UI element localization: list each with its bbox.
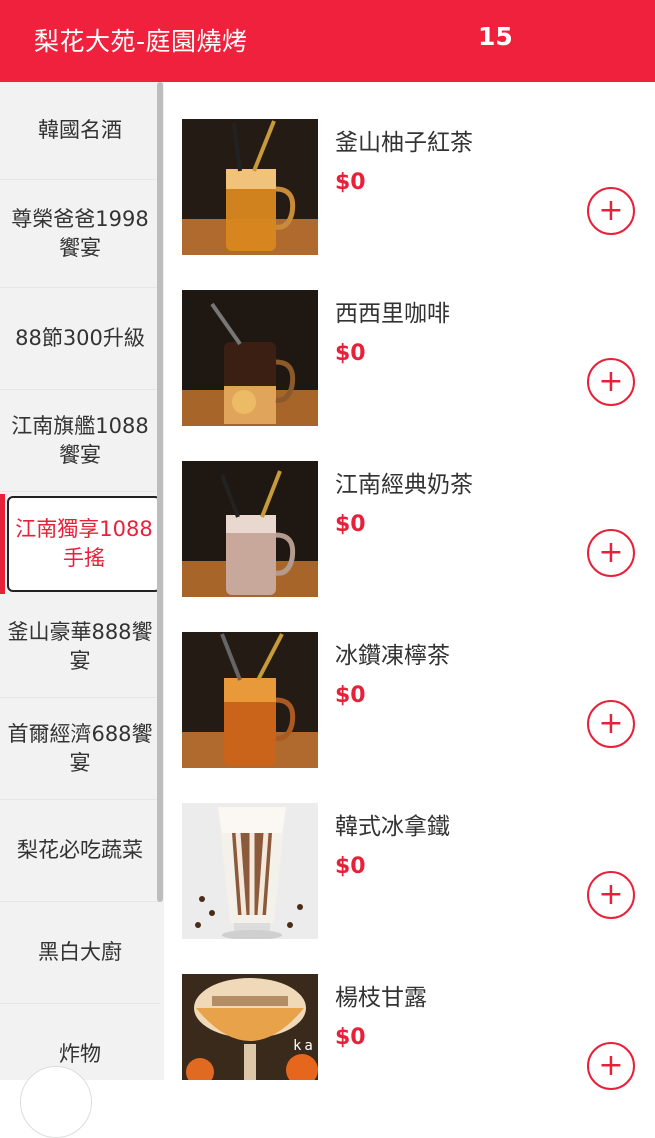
product-name: 江南經典奶茶 [335,472,473,498]
product-image-mango-pomelo [182,974,318,1080]
cart-count[interactable]: 15 [478,22,513,51]
product-item[interactable]: 江南經典奶茶 $0 + [164,424,655,597]
plus-icon: + [598,706,624,741]
add-to-cart-button[interactable]: + [587,700,635,748]
product-item[interactable]: 楊枝甘露 $0 + [164,937,655,1108]
product-name: 西西里咖啡 [335,301,450,327]
product-price: $0 [335,1025,366,1050]
add-to-cart-button[interactable]: + [587,187,635,235]
product-name: 釜山柚子紅茶 [335,130,473,156]
product-item[interactable]: 釜山柚子紅茶 $0 + [164,82,655,255]
product-price: $0 [335,854,366,879]
category-item-vegetables[interactable]: 梨花必吃蔬菜 [0,800,160,902]
plus-icon: + [598,193,624,228]
category-item-1998-feast[interactable]: 尊榮爸爸1998饗宴 [0,180,160,288]
product-image-citron-tea [182,119,318,255]
product-price: $0 [335,170,366,195]
add-to-cart-button[interactable]: + [587,871,635,919]
watermark: ka [293,1038,316,1054]
category-item-fried[interactable]: 炸物 [0,1004,160,1080]
product-item[interactable]: 西西里咖啡 $0 + [164,253,655,426]
product-name: 韓式冰拿鐵 [335,814,450,840]
add-to-cart-button[interactable]: + [587,1042,635,1090]
add-to-cart-button[interactable]: + [587,529,635,577]
category-item-seoul-economy[interactable]: 首爾經濟688饗宴 [0,698,160,800]
active-category-indicator [0,494,5,594]
product-image-sicilian-coffee [182,290,318,426]
category-sidebar: 韓國名酒 尊榮爸爸1998饗宴 88節300升級 江南旗艦1088饗宴 江南獨享… [0,82,164,1080]
product-price: $0 [335,512,366,537]
restaurant-title: 梨花大苑-庭園燒烤 [34,27,248,56]
product-price: $0 [335,341,366,366]
category-item-gangnam-handshake-active[interactable]: 江南獨享1088手搖 [7,496,161,592]
product-item[interactable]: 韓式冰拿鐵 $0 + [164,766,655,939]
category-item-88-upgrade[interactable]: 88節300升級 [0,288,160,390]
product-name: 楊枝甘露 [335,985,427,1011]
plus-icon: + [598,1048,624,1083]
category-item-gangnam-flagship[interactable]: 江南旗艦1088饗宴 [0,390,160,492]
product-item[interactable]: 冰鑽凍檸茶 $0 + [164,595,655,768]
category-item-korean-liquor[interactable]: 韓國名酒 [0,82,160,180]
plus-icon: + [598,877,624,912]
add-to-cart-button[interactable]: + [587,358,635,406]
app-header: 梨花大苑-庭園燒烤 15 [0,0,655,82]
product-image-iced-latte [182,803,318,939]
plus-icon: + [598,364,624,399]
product-name: 冰鑽凍檸茶 [335,643,450,669]
floating-button[interactable] [20,1066,92,1138]
category-item-black-white-chef[interactable]: 黑白大廚 [0,902,160,1004]
product-image-lemon-tea [182,632,318,768]
category-item-busan-deluxe[interactable]: 釜山豪華888饗宴 [0,596,160,698]
sidebar-scrollbar[interactable] [157,82,163,902]
product-price: $0 [335,683,366,708]
plus-icon: + [598,535,624,570]
product-image-milk-tea [182,461,318,597]
